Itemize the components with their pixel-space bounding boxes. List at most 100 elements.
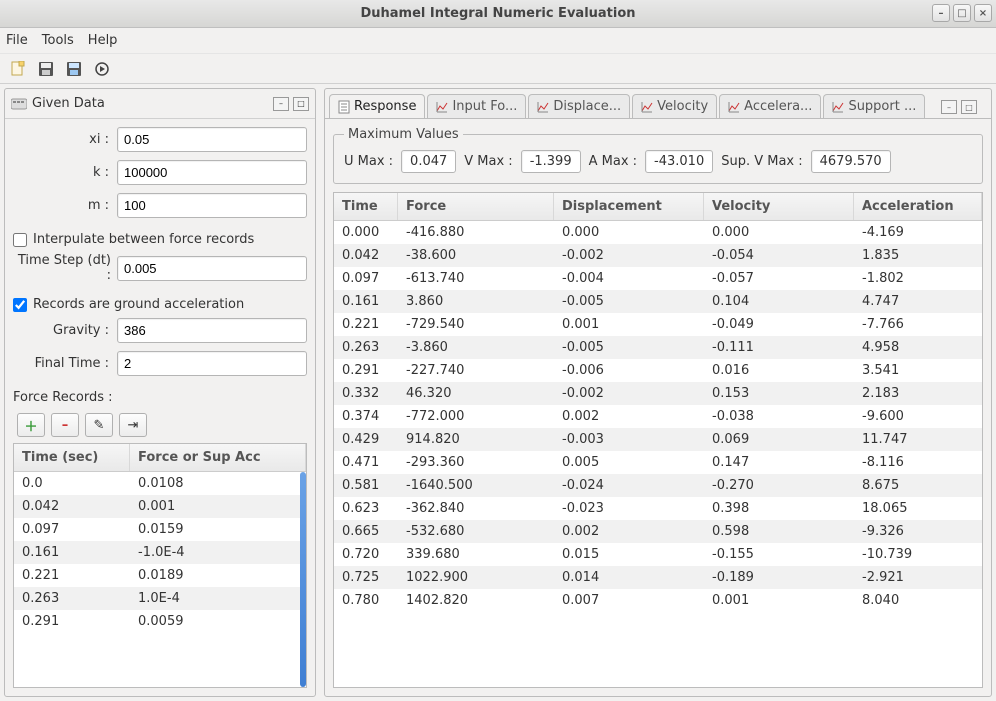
toolbar [0,54,996,84]
tab-displacement[interactable]: Displace... [528,94,630,118]
m-label: m : [13,198,117,213]
chart-icon [641,101,653,113]
supvmax-label: Sup. V Max : [721,154,802,169]
tab-response[interactable]: Response [329,94,425,118]
run-icon[interactable] [92,59,112,79]
save-icon[interactable] [36,59,56,79]
ground-accel-label: Records are ground acceleration [33,297,244,312]
vmax-value: -1.399 [521,150,581,173]
table-row[interactable]: 0.581-1640.500-0.024-0.2708.675 [334,474,982,497]
table-row[interactable]: 0.623-362.840-0.0230.39818.065 [334,497,982,520]
gravity-label: Gravity : [13,323,117,338]
new-file-icon[interactable] [8,59,28,79]
amax-label: A Max : [589,154,637,169]
window-title: Duhamel Integral Numeric Evaluation [360,6,635,21]
table-row[interactable]: 0.0970.0159 [14,518,306,541]
tab-velocity[interactable]: Velocity [632,94,717,118]
save-as-icon[interactable] [64,59,84,79]
document-icon [338,100,350,114]
chart-icon [728,101,740,113]
xi-label: xi : [13,132,117,147]
table-row[interactable]: 0.00.0108 [14,472,306,495]
dt-input[interactable] [117,256,307,281]
menubar: File Tools Help [0,28,996,54]
interpolate-checkbox[interactable] [13,233,27,247]
m-input[interactable] [117,193,307,218]
table-row[interactable]: 0.161-1.0E-4 [14,541,306,564]
tab-acceleration[interactable]: Accelera... [719,94,821,118]
menu-file[interactable]: File [6,33,28,48]
import-record-button[interactable]: ⇥ [119,413,147,437]
given-data-title: Given Data [32,96,105,111]
ground-accel-checkbox[interactable] [13,298,27,312]
table-row[interactable]: 0.263-3.860-0.005-0.1114.958 [334,336,982,359]
table-row[interactable]: 0.097-613.740-0.004-0.057-1.802 [334,267,982,290]
response-panel: Response Input Fo... Displace... Velocit… [324,88,992,697]
table-row[interactable]: 0.720339.6800.015-0.155-10.739 [334,543,982,566]
xi-input[interactable] [117,127,307,152]
maximum-values-group: Maximum Values U Max : 0.047 V Max : -1.… [333,127,983,184]
col-displacement[interactable]: Displacement [554,193,704,220]
menu-help[interactable]: Help [88,33,118,48]
gravity-input[interactable] [117,318,307,343]
import-icon: ⇥ [128,418,139,433]
table-row[interactable]: 0.429914.820-0.0030.06911.747 [334,428,982,451]
table-row[interactable]: 0.33246.320-0.0020.1532.183 [334,382,982,405]
table-row[interactable]: 0.291-227.740-0.0060.0163.541 [334,359,982,382]
tabs-maximize-icon[interactable]: □ [961,100,977,114]
table-row[interactable]: 0.665-532.6800.0020.598-9.326 [334,520,982,543]
supvmax-value: 4679.570 [811,150,891,173]
plus-icon: ＋ [24,416,37,435]
remove-record-button[interactable]: – [51,413,79,437]
panel-minimize-icon[interactable]: – [273,97,289,111]
col-time[interactable]: Time [334,193,398,220]
interpolate-label: Interpulate between force records [33,232,254,247]
final-time-label: Final Time : [13,356,117,371]
tab-support[interactable]: Support ... [823,94,925,118]
table-row[interactable]: 0.7801402.8200.0070.0018.040 [334,589,982,612]
chart-icon [436,101,448,113]
k-label: k : [13,165,117,180]
table-row[interactable]: 0.221-729.5400.001-0.049-7.766 [334,313,982,336]
edit-record-button[interactable]: ✎ [85,413,113,437]
col-force[interactable]: Force [398,193,554,220]
k-input[interactable] [117,160,307,185]
records-col-time[interactable]: Time (sec) [14,444,130,471]
minus-icon: – [62,418,69,433]
panel-maximize-icon[interactable]: □ [293,97,309,111]
pencil-icon: ✎ [94,418,105,433]
table-row[interactable]: 0.471-293.3600.0050.147-8.116 [334,451,982,474]
force-records-label: Force Records : [13,390,307,405]
table-row[interactable]: 0.1613.860-0.0050.1044.747 [334,290,982,313]
table-row[interactable]: 0.374-772.0000.002-0.038-9.600 [334,405,982,428]
vmax-label: V Max : [464,154,512,169]
minimize-button[interactable]: – [932,4,950,22]
maximize-button[interactable]: □ [953,4,971,22]
col-acceleration[interactable]: Acceleration [854,193,982,220]
amax-value: -43.010 [645,150,713,173]
table-row[interactable]: 0.2210.0189 [14,564,306,587]
response-table[interactable]: Time Force Displacement Velocity Acceler… [333,192,983,688]
table-row[interactable]: 0.7251022.9000.014-0.189-2.921 [334,566,982,589]
scrollbar[interactable] [300,472,306,687]
table-row[interactable]: 0.2910.0059 [14,610,306,633]
final-time-input[interactable] [117,351,307,376]
umax-value: 0.047 [401,150,456,173]
table-row[interactable]: 0.0420.001 [14,495,306,518]
add-record-button[interactable]: ＋ [17,413,45,437]
records-col-force[interactable]: Force or Sup Acc [130,444,306,471]
chart-icon [537,101,549,113]
given-data-panel: Given Data – □ xi : k : m : Interpulate … [4,88,316,697]
table-row[interactable]: 0.000-416.8800.0000.000-4.169 [334,221,982,244]
table-row[interactable]: 0.2631.0E-4 [14,587,306,610]
umax-label: U Max : [344,154,393,169]
close-button[interactable]: × [974,4,992,22]
menu-tools[interactable]: Tools [42,33,74,48]
force-records-table[interactable]: Time (sec) Force or Sup Acc 0.00.01080.0… [13,443,307,688]
table-row[interactable]: 0.042-38.600-0.002-0.0541.835 [334,244,982,267]
dt-label: Time Step (dt) : [13,253,117,283]
tabs-minimize-icon[interactable]: – [941,100,957,114]
chart-icon [832,101,844,113]
tab-input-force[interactable]: Input Fo... [427,94,526,118]
col-velocity[interactable]: Velocity [704,193,854,220]
